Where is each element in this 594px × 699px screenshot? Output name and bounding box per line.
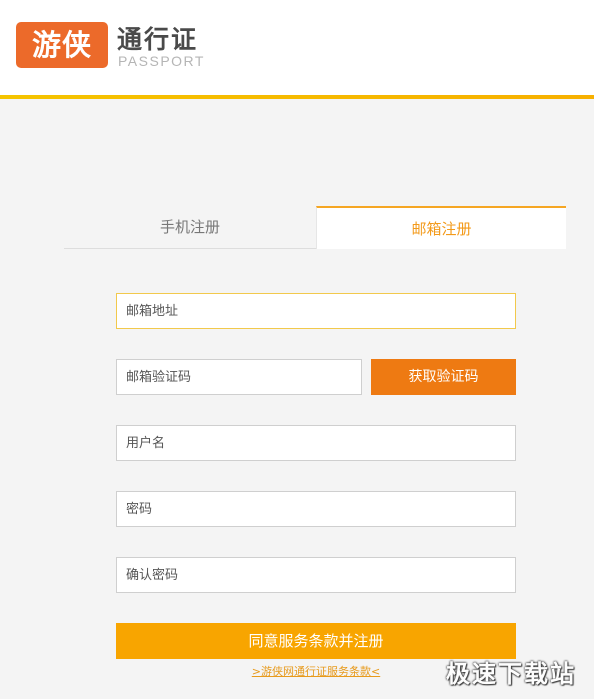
watermark: 极速下载站 <box>446 660 576 688</box>
email-code-input[interactable] <box>116 359 362 395</box>
logo-title: 通行证 <box>117 25 199 54</box>
header: 游侠 通行证 PASSPORT <box>0 0 594 95</box>
header-divider <box>0 95 594 99</box>
tab-email-register[interactable]: 邮箱注册 <box>316 206 566 249</box>
email-input[interactable] <box>116 293 516 329</box>
username-input[interactable] <box>116 425 516 461</box>
logo-subtitle: PASSPORT <box>118 53 205 69</box>
get-code-button[interactable]: 获取验证码 <box>371 359 516 395</box>
password-input[interactable] <box>116 491 516 527</box>
confirm-password-input[interactable] <box>116 557 516 593</box>
logo-badge[interactable]: 游侠 <box>16 22 108 68</box>
tab-phone-register[interactable]: 手机注册 <box>64 206 316 249</box>
